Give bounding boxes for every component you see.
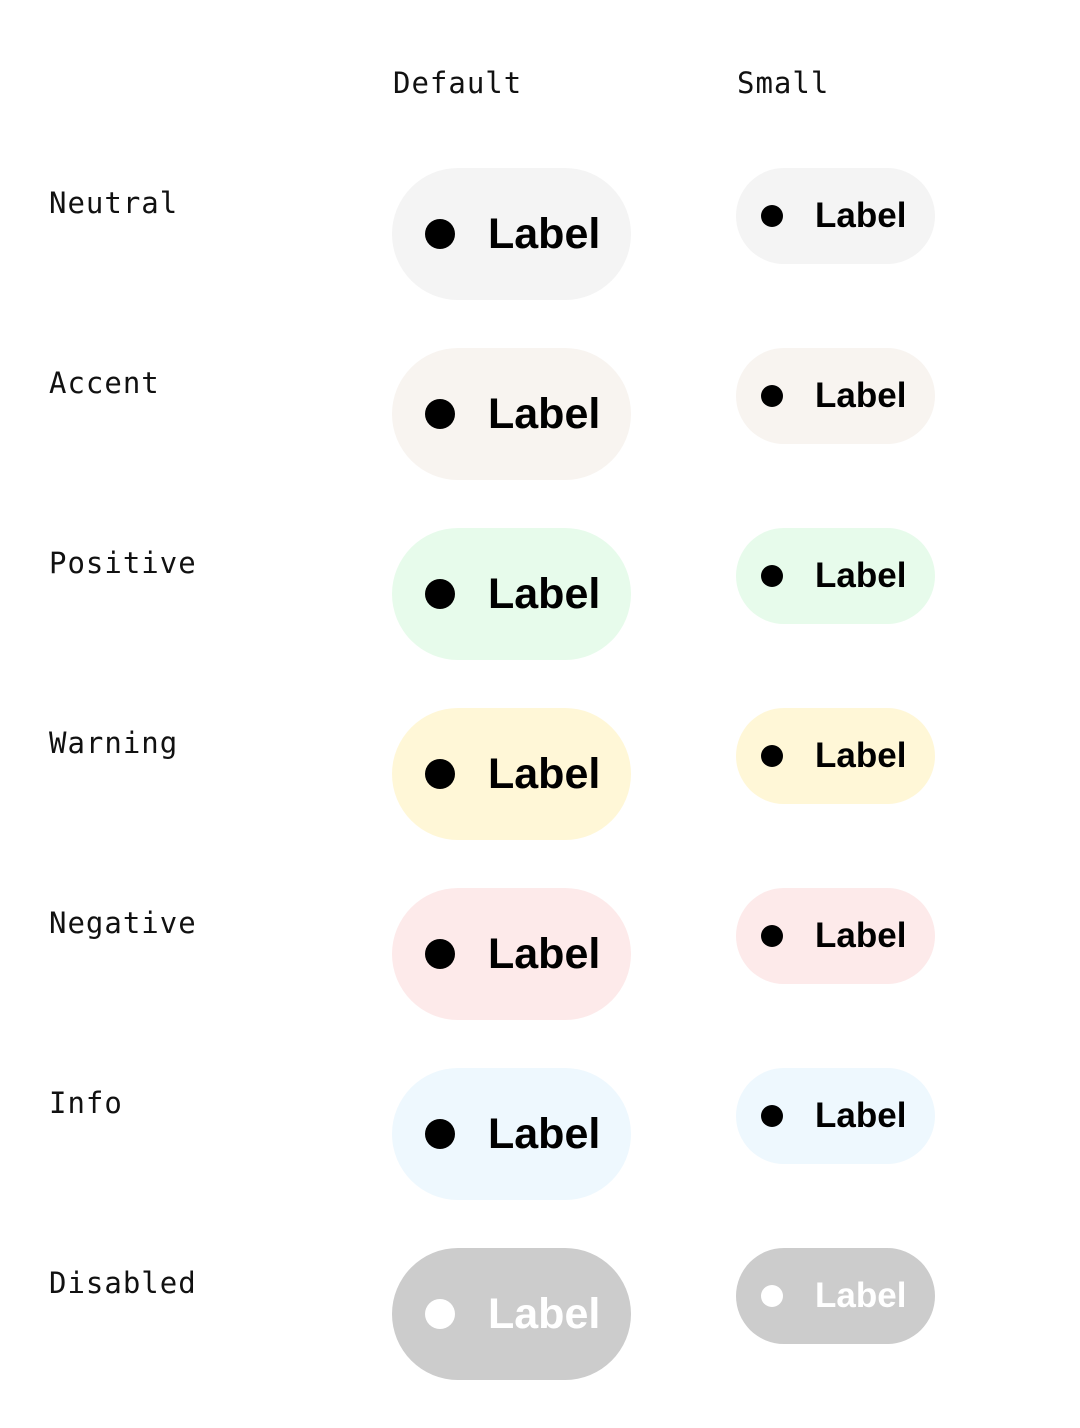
status-dot-icon — [761, 205, 783, 227]
status-dot-icon — [761, 925, 783, 947]
tag-label: Label — [815, 376, 907, 415]
status-dot-icon — [425, 1119, 455, 1149]
status-dot-icon — [425, 759, 455, 789]
tag-info-default: Label — [392, 1068, 631, 1200]
tag-neutral-default: Label — [392, 168, 631, 300]
status-dot-icon — [761, 385, 783, 407]
tag-disabled-small: Label — [736, 1248, 935, 1344]
status-dot-icon — [425, 939, 455, 969]
tag-label: Label — [488, 749, 601, 798]
row-label-positive: Positive — [49, 546, 197, 580]
tag-negative-small: Label — [736, 888, 935, 984]
tag-label: Label — [815, 916, 907, 955]
status-dot-icon — [425, 1299, 455, 1329]
row-label-info: Info — [49, 1086, 123, 1120]
tag-warning-small: Label — [736, 708, 935, 804]
row-label-neutral: Neutral — [49, 186, 179, 220]
tag-label: Label — [488, 929, 601, 978]
row-label-disabled: Disabled — [49, 1266, 197, 1300]
row-label-warning: Warning — [49, 726, 179, 760]
status-dot-icon — [761, 565, 783, 587]
status-dot-icon — [761, 1105, 783, 1127]
tag-label: Label — [815, 196, 907, 235]
tag-label: Label — [815, 556, 907, 595]
tag-neutral-small: Label — [736, 168, 935, 264]
tag-label: Label — [815, 1276, 907, 1315]
tag-label: Label — [488, 209, 601, 258]
tag-label: Label — [488, 1109, 601, 1158]
status-dot-icon — [425, 579, 455, 609]
status-dot-icon — [425, 219, 455, 249]
tag-label: Label — [815, 1096, 907, 1135]
row-label-negative: Negative — [49, 906, 197, 940]
tag-disabled-default: Label — [392, 1248, 631, 1380]
tag-negative-default: Label — [392, 888, 631, 1020]
tag-info-small: Label — [736, 1068, 935, 1164]
tag-positive-default: Label — [392, 528, 631, 660]
column-header-default: Default — [393, 66, 523, 100]
row-label-accent: Accent — [49, 366, 160, 400]
tag-accent-default: Label — [392, 348, 631, 480]
status-dot-icon — [761, 1285, 783, 1307]
status-dot-icon — [425, 399, 455, 429]
tag-label: Label — [488, 389, 601, 438]
tag-warning-default: Label — [392, 708, 631, 840]
tag-positive-small: Label — [736, 528, 935, 624]
status-dot-icon — [761, 745, 783, 767]
tag-label: Label — [815, 736, 907, 775]
tag-label: Label — [488, 1289, 601, 1338]
column-header-small: Small — [737, 66, 830, 100]
tag-accent-small: Label — [736, 348, 935, 444]
tag-label: Label — [488, 569, 601, 618]
